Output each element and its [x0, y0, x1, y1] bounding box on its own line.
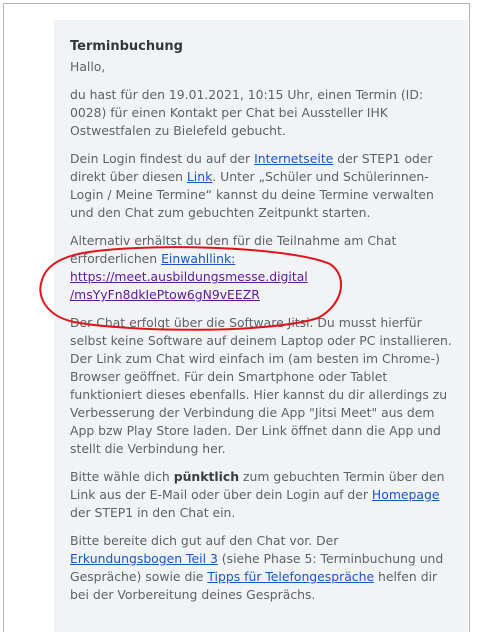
dialin-paragraph: Alternativ erhältst du den für die Teiln…	[70, 232, 454, 304]
greeting: Hallo,	[70, 59, 106, 74]
dialin-link[interactable]: Einwahllink:	[161, 251, 235, 266]
meeting-url-line-1[interactable]: https://meet.ausbildungsmesse.digital	[70, 269, 308, 284]
punctuality-paragraph: Bitte wähle dich pünktlich zum gebuchten…	[70, 468, 454, 522]
email-card: Terminbuchung Hallo, du hast für den 19.…	[54, 20, 468, 632]
email-title: Terminbuchung	[70, 39, 183, 54]
website-link[interactable]: Internetseite	[254, 151, 333, 166]
punctuality-text-3: der STEP1 in den Chat ein.	[70, 505, 236, 520]
punctuality-text-1: Bitte wähle dich	[70, 469, 174, 484]
preparation-paragraph: Bitte bereite dich gut auf den Chat vor.…	[70, 532, 454, 604]
login-text-1: Dein Login findest du auf der	[70, 151, 255, 166]
booking-paragraph: du hast für den 19.01.2021, 10:15 Uhr, e…	[70, 87, 424, 138]
homepage-link[interactable]: Homepage	[372, 487, 440, 502]
punctual-bold: pünktlich	[173, 469, 240, 484]
preparation-text-1: Bitte bereite dich gut auf den Chat vor.…	[70, 533, 339, 548]
phone-tips-link[interactable]: Tipps für Telefongespräche	[207, 569, 374, 584]
jitsi-paragraph: Der Chat erfolgt über die Software Jitsi…	[70, 315, 452, 456]
erkundungsbogen-link[interactable]: Erkundungsbogen Teil 3	[70, 551, 218, 566]
meeting-url-line-2[interactable]: /msYyFn8dkIePtow6gN9vEEZR	[70, 287, 260, 302]
direct-link[interactable]: Link	[187, 169, 212, 184]
login-paragraph: Dein Login findest du auf der Internetse…	[70, 150, 454, 222]
email-content: Terminbuchung Hallo, du hast für den 19.…	[70, 38, 454, 614]
